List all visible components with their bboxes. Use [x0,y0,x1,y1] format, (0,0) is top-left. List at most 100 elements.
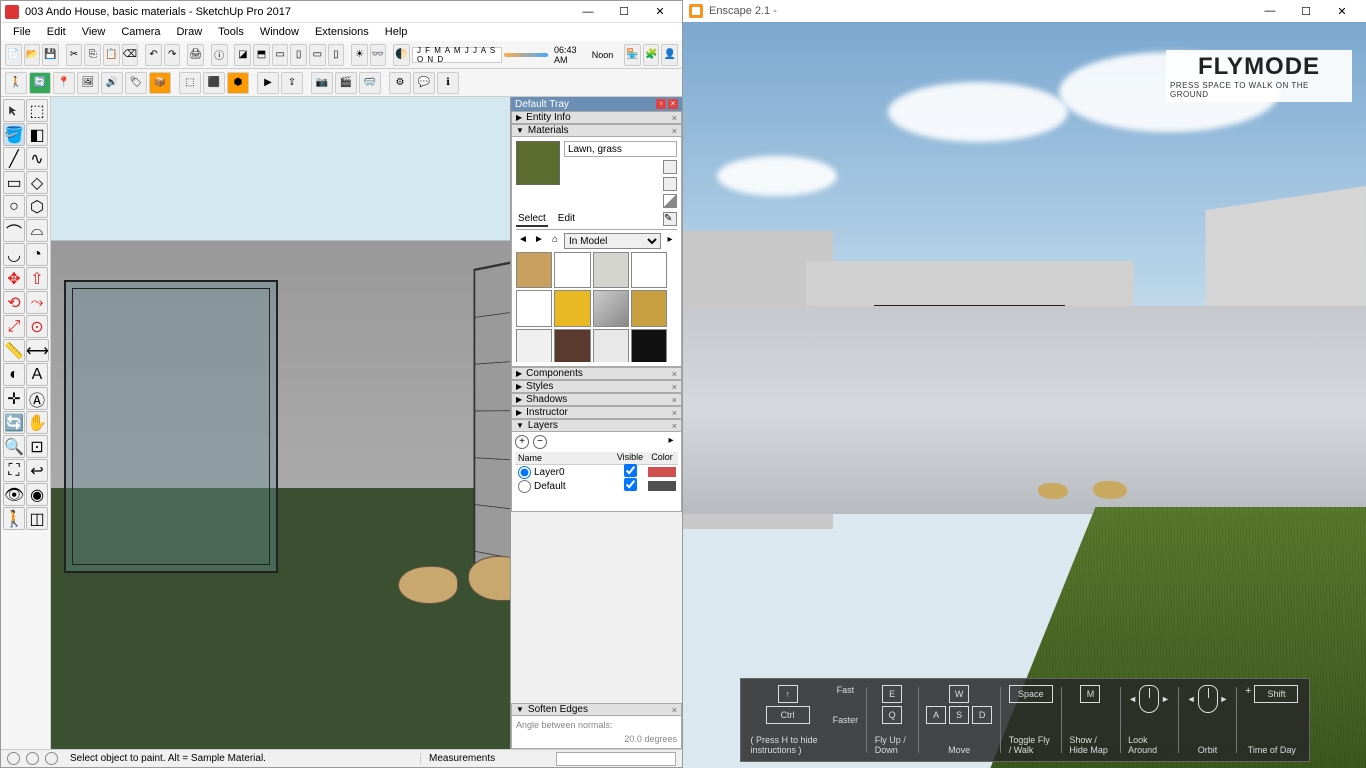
tape-tool[interactable]: 📏 [3,339,25,362]
layer-row[interactable]: Default [515,479,678,493]
materials-tab-select[interactable]: Select [516,212,548,227]
model-info-icon[interactable]: ⓘ [211,44,228,66]
layer-row[interactable]: Layer0 [515,465,678,479]
signin-icon[interactable]: 👤 [661,44,678,66]
scale-tool[interactable]: ⤢ [3,315,25,338]
iso-view-icon[interactable]: ◪ [234,44,251,66]
pie-tool[interactable]: ◔ [26,243,48,266]
offset-tool[interactable]: ⊙ [26,315,48,338]
copy-icon[interactable]: ⎘ [84,44,101,66]
dimension-tool[interactable]: ⟷ [26,339,49,362]
3dtext-tool[interactable]: Ⓐ [26,387,48,410]
panel-materials[interactable]: ▼Materials× [511,124,682,137]
panel-layers[interactable]: ▼Layers× [511,419,682,432]
left-view-icon[interactable]: ▯ [328,44,345,66]
material-library-select[interactable]: In Model [564,233,661,249]
eraser-tool[interactable]: ◧ [26,123,48,146]
move-tool[interactable]: ✥ [3,267,25,290]
walkthrough-icon[interactable]: 🚶 [5,72,27,94]
sound-icon[interactable]: 🔊 [101,72,123,94]
enscape-vr-icon[interactable]: 🥽 [359,72,381,94]
print-icon[interactable]: 🖨 [187,44,204,66]
menu-file[interactable]: File [5,24,39,40]
back-view-icon[interactable]: ▭ [309,44,326,66]
enscape-viewport[interactable]: FLYMODE PRESS SPACE TO WALK ON THE GROUN… [683,22,1366,768]
top-view-icon[interactable]: ⬒ [253,44,270,66]
layer-active-radio[interactable] [518,480,531,493]
circle-tool[interactable]: ○ [3,195,25,218]
layers-col-name[interactable]: Name [515,452,614,464]
remove-layer-button[interactable]: − [533,435,547,449]
right-view-icon[interactable]: ▯ [290,44,307,66]
undo-icon[interactable]: ↶ [145,44,162,66]
layer-active-radio[interactable] [518,466,531,479]
rotated-rect-tool[interactable]: ◇ [26,171,48,194]
shadow-icon[interactable]: 🌓 [393,44,410,66]
enscape-export-icon[interactable]: ⇪ [281,72,303,94]
tray-close-icon[interactable]: × [668,99,678,109]
open-file-icon[interactable]: 📂 [24,44,41,66]
line-tool[interactable]: ╱ [3,147,25,170]
paint-bucket-tool[interactable]: 🪣 [3,123,25,146]
material-swatch[interactable] [631,290,667,326]
arc3-tool[interactable]: ◡ [3,243,25,266]
extension-warehouse-icon[interactable]: 🧩 [643,44,660,66]
materials-tab-edit[interactable]: Edit [556,212,577,227]
pushpull-tool[interactable]: ⇧ [26,267,48,290]
minimize-button[interactable]: — [570,2,606,22]
tray-title[interactable]: Default Tray ▫× [511,97,682,111]
material-name-input[interactable] [564,141,677,157]
enscape-video-icon[interactable]: 🎬 [335,72,357,94]
material-swatch[interactable] [554,329,590,363]
material-swatch[interactable] [631,252,667,288]
material-swatch[interactable] [516,252,552,288]
material-swatch[interactable] [516,290,552,326]
tag-icon[interactable]: 🏷 [125,72,147,94]
nav-menu-icon[interactable]: ▸ [663,234,677,248]
layer-color-swatch[interactable] [648,467,676,477]
material-swatch[interactable] [593,329,629,363]
material-swatch[interactable] [593,252,629,288]
axes-tool[interactable]: ✛ [3,387,25,410]
status-user-icon[interactable] [45,752,58,765]
nav-fwd-icon[interactable]: ► [532,234,546,248]
enscape-start-icon[interactable]: ▶ [257,72,279,94]
erase-icon[interactable]: ⌫ [122,44,139,66]
nav-back-icon[interactable]: ◄ [516,234,530,248]
redo-icon[interactable]: ↷ [164,44,181,66]
xray-icon[interactable]: 👓 [370,44,387,66]
text-tool[interactable]: A [26,363,48,386]
menu-window[interactable]: Window [252,24,307,40]
protractor-tool[interactable]: ◐ [3,363,25,386]
menu-view[interactable]: View [74,24,114,40]
menu-help[interactable]: Help [377,24,416,40]
save-icon[interactable]: 💾 [42,44,59,66]
cut-icon[interactable]: ✂ [66,44,83,66]
month-slider[interactable]: J F M A M J J A S O N D [412,47,502,63]
time-slider[interactable] [504,53,548,57]
enscape-settings-icon[interactable]: ⚙ [389,72,411,94]
layers-col-visible[interactable]: Visible [614,452,646,464]
rectangle-tool[interactable]: ▭ [3,171,25,194]
eyedropper-icon[interactable]: ✎ [663,212,677,226]
menu-draw[interactable]: Draw [168,24,210,40]
menu-tools[interactable]: Tools [210,24,252,40]
material-swatch[interactable] [554,290,590,326]
material-swatch[interactable] [516,329,552,363]
measurements-input[interactable] [556,752,676,766]
new-file-icon[interactable]: 📄 [5,44,22,66]
layers-col-color[interactable]: Color [646,452,678,464]
polygon-tool[interactable]: ⬡ [26,195,48,218]
status-help-icon[interactable] [26,752,39,765]
panel-entity-info[interactable]: ▶Entity Info× [511,111,682,124]
material-preview-swatch[interactable] [516,141,560,185]
position-camera-tool[interactable]: 👁 [3,483,25,506]
material-swatch[interactable] [631,329,667,363]
solid-icon[interactable]: ⬢ [227,72,249,94]
panel-components[interactable]: ▶Components× [511,367,682,380]
warehouse-3d-icon[interactable]: 📦 [149,72,171,94]
layer-color-swatch[interactable] [648,481,676,491]
enscape-about-icon[interactable]: ℹ [437,72,459,94]
sync-icon[interactable]: 🔄 [29,72,51,94]
freehand-tool[interactable]: ∿ [26,147,48,170]
